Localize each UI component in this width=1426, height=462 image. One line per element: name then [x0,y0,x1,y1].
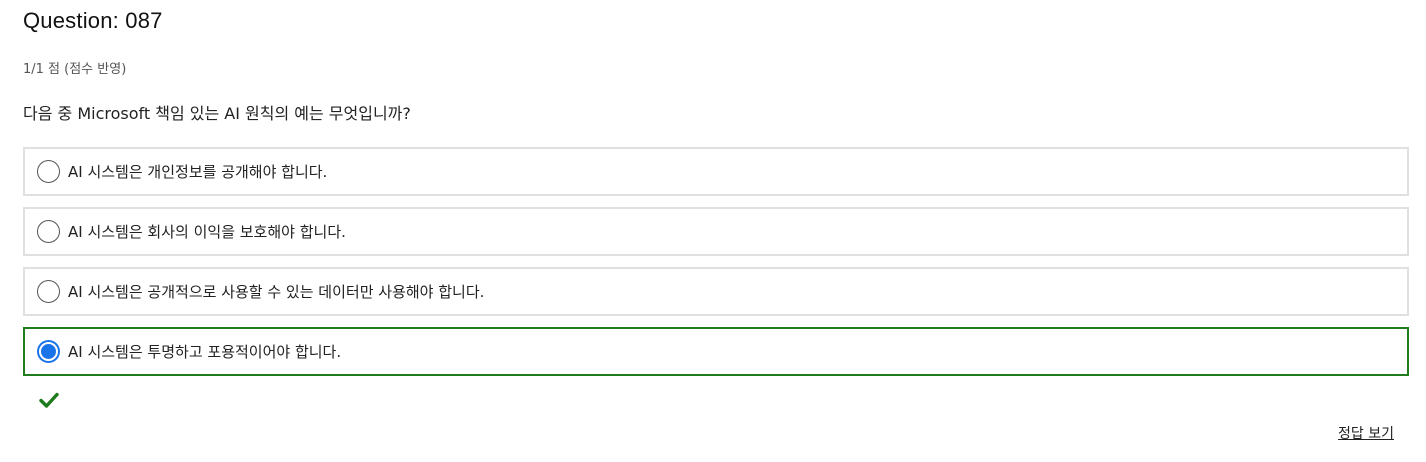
answer-option-label: AI 시스템은 투명하고 포용적이어야 합니다. [68,343,342,361]
question-text: 다음 중 Microsoft 책임 있는 AI 원칙의 예는 무엇입니까? [23,104,411,123]
answer-option-1[interactable]: AI 시스템은 개인정보를 공개해야 합니다. [23,147,1409,196]
score-text: 1/1 점 (점수 반영) [23,62,127,77]
radio-button[interactable] [37,280,60,303]
view-answer-link[interactable]: 정답 보기 [1338,423,1394,443]
answer-option-3[interactable]: AI 시스템은 공개적으로 사용할 수 있는 데이터만 사용해야 합니다. [23,267,1409,316]
quiz-question-page: Question: 087 1/1 점 (점수 반영) 다음 중 Microso… [0,0,1426,462]
answer-option-2[interactable]: AI 시스템은 회사의 이익을 보호해야 합니다. [23,207,1409,256]
answer-options: AI 시스템은 개인정보를 공개해야 합니다. AI 시스템은 회사의 이익을 … [23,147,1409,387]
answer-option-label: AI 시스템은 공개적으로 사용할 수 있는 데이터만 사용해야 합니다. [68,283,485,301]
question-title: Question: 087 [23,8,163,33]
answer-option-label: AI 시스템은 회사의 이익을 보호해야 합니다. [68,223,346,241]
checkmark-icon [39,391,59,409]
radio-button-selected[interactable] [37,340,60,363]
radio-button[interactable] [37,160,60,183]
answer-option-4[interactable]: AI 시스템은 투명하고 포용적이어야 합니다. [23,327,1409,376]
radio-dot [41,344,56,359]
radio-button[interactable] [37,220,60,243]
answer-option-label: AI 시스템은 개인정보를 공개해야 합니다. [68,163,328,181]
